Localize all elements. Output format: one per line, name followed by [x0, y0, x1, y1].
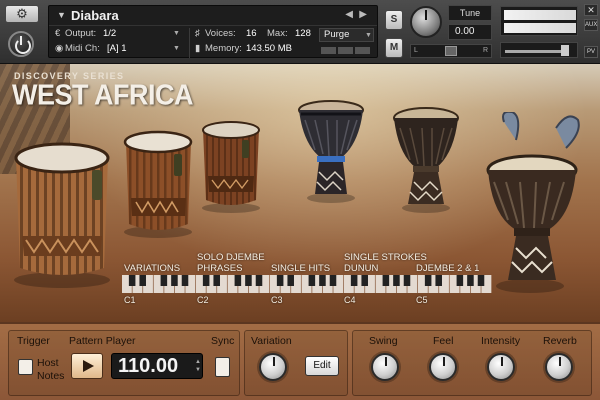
output-level-meter [500, 6, 578, 36]
instrument-stage: DISCOVERY SERIES WEST AFRICA VARIATIONS … [0, 64, 600, 322]
instrument-header-bar: ⚙​ ▼ Diabara ◀ ▶ € Output: 1/2 ▼ ♯ Voice… [0, 0, 600, 64]
pan-right-label: R [482, 47, 488, 54]
tune-value[interactable]: 0.00 [448, 24, 492, 40]
level-meter-left [504, 10, 576, 20]
voices-label: Voices: [205, 28, 236, 39]
volume-slider-handle[interactable] [561, 45, 569, 56]
midi-channel-select[interactable]: [A] 1 [107, 43, 127, 54]
intensity-label: Intensity [481, 335, 521, 347]
memory-label: Memory: [205, 43, 242, 54]
midi-dropdown-icon[interactable]: ▼ [173, 45, 180, 52]
max-voices-value[interactable]: 128 [295, 28, 311, 39]
octave-label-c2: C2 [197, 295, 209, 305]
tempo-stepper-icon[interactable]: ▲ ▼ [195, 358, 203, 374]
feel-knob[interactable] [429, 353, 457, 381]
instrument-info-panel: ▼ Diabara ◀ ▶ € Output: 1/2 ▼ ♯ Voices: … [48, 5, 378, 58]
sync-toggle[interactable] [215, 357, 230, 377]
solo-button[interactable]: S [385, 10, 403, 30]
trigger-option-host: Host [37, 357, 59, 369]
pv-button[interactable]: PV [584, 46, 598, 58]
gear-icon[interactable]: ⚙​ [5, 5, 39, 23]
purge-dropdown-icon: ▼ [365, 32, 372, 39]
power-icon[interactable] [8, 31, 34, 57]
memory-value: 143.50 MB [246, 43, 292, 54]
output-icon: € [55, 28, 61, 39]
pan-left-label: L [414, 47, 418, 54]
level-meter-right [504, 23, 576, 33]
voices-value: 16 [246, 28, 257, 39]
reverb-label: Reverb [543, 335, 577, 347]
trigger-mode-toggle[interactable] [18, 359, 33, 375]
pattern-player-group: Trigger Pattern Player Sync Host Notes 1… [8, 330, 240, 396]
trigger-option-notes: Notes [37, 370, 65, 382]
memory-icon: ▮ [195, 43, 201, 54]
midi-icon: ◉ [55, 43, 64, 54]
reverb-knob[interactable] [545, 353, 573, 381]
octave-label-c1: C1 [124, 295, 136, 305]
volume-slider[interactable] [500, 42, 578, 58]
max-label: Max: [267, 28, 288, 39]
header-divider [189, 28, 190, 58]
tempo-field[interactable]: 110.00 [111, 353, 203, 379]
variation-knob[interactable] [259, 353, 287, 381]
pan-slider[interactable]: L R [410, 44, 492, 58]
swing-label: Swing [369, 335, 398, 347]
tune-knob[interactable] [410, 6, 442, 38]
sync-label: Sync [211, 335, 235, 347]
output-label: Output: [65, 28, 97, 39]
play-icon[interactable] [71, 353, 103, 379]
pan-slider-handle[interactable] [445, 46, 457, 56]
variation-group: Variation Edit [244, 330, 348, 396]
collapse-triangle-icon[interactable]: ▼ [57, 10, 66, 20]
next-instrument-arrow-icon[interactable]: ▶ [359, 9, 367, 20]
octave-labels: C1 C2 C3 C4 C5 [0, 64, 600, 322]
voices-icon: ♯ [195, 28, 200, 39]
instrument-name-row: ▼ Diabara ◀ ▶ [49, 6, 377, 26]
previous-instrument-arrow-icon[interactable]: ◀ [345, 9, 353, 20]
purge-menu[interactable]: Purge ▼ [319, 28, 374, 42]
octave-label-c3: C3 [271, 295, 283, 305]
intensity-knob[interactable] [487, 353, 515, 381]
cpu-meters [321, 46, 376, 55]
output-dropdown-icon[interactable]: ▼ [173, 30, 180, 37]
purge-label: Purge [324, 29, 350, 40]
aux-button[interactable]: AUX [584, 19, 598, 31]
output-select[interactable]: 1/2 [103, 28, 116, 39]
edit-button[interactable]: Edit [305, 356, 339, 376]
feel-label: Feel [433, 335, 454, 347]
performance-panel: Trigger Pattern Player Sync Host Notes 1… [0, 322, 600, 400]
variation-label: Variation [251, 335, 292, 347]
swing-knob[interactable] [371, 353, 399, 381]
octave-label-c5: C5 [416, 295, 428, 305]
trigger-label: Trigger [17, 335, 50, 347]
octave-label-c4: C4 [344, 295, 356, 305]
mute-button[interactable]: M [385, 38, 403, 58]
close-icon[interactable]: ✕ [584, 4, 598, 16]
volume-slider-fill [505, 50, 565, 53]
midi-channel-label: Midi Ch: [65, 43, 100, 54]
pattern-player-label: Pattern Player [69, 335, 136, 347]
instrument-name[interactable]: Diabara [71, 8, 119, 23]
mix-controls-group: Swing Feel Intensity Reverb [352, 330, 592, 396]
tune-label: Tune [448, 5, 492, 21]
